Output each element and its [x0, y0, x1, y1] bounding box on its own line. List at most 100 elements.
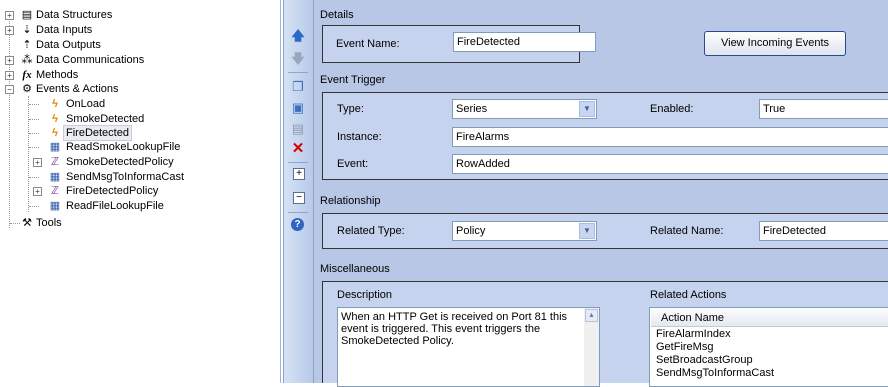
collapse-icon[interactable]: −	[293, 192, 305, 204]
tree-item-label: Data Inputs	[36, 24, 93, 36]
tree-item-data-structures[interactable]: + ▤ Data Structures	[0, 8, 270, 22]
tree-item-events-actions[interactable]: − ⚙ Events & Actions	[0, 82, 270, 96]
tree-connector	[29, 104, 39, 105]
tree-item-data-communications[interactable]: + ⁂ Data Communications	[0, 53, 270, 67]
tree-panel: + ▤ Data Structures + ⇣ Data Inputs ⇡ Da…	[0, 0, 281, 383]
scroll-up-icon[interactable]: ▲	[585, 309, 598, 322]
tree-item-firedetected[interactable]: ϟ FireDetected	[0, 125, 270, 141]
tree-item-label: ReadFileLookupFile	[66, 200, 164, 212]
section-header-details: Details	[320, 9, 354, 21]
details-panel: Event Name: FireDetected	[322, 25, 596, 63]
event-field[interactable]: RowAdded	[452, 154, 888, 174]
tree-item-firedetectedpolicy[interactable]: + ℤ FireDetectedPolicy	[0, 184, 270, 198]
event-name-label: Event Name:	[336, 38, 400, 50]
tree-item-label: SmokeDetected	[66, 113, 145, 125]
action-row[interactable]: FireAlarmIndex	[656, 328, 731, 341]
type-label: Type:	[337, 103, 364, 115]
type-dropdown[interactable]: Series ▼	[452, 99, 597, 119]
section-header-relationship: Relationship	[320, 195, 381, 207]
data-input-icon: ⇣	[22, 24, 32, 36]
events-icon: ⚙	[22, 83, 32, 95]
expand-icon[interactable]: +	[5, 26, 14, 35]
paste-icon[interactable]: ▣	[290, 100, 306, 116]
policy-icon: ℤ	[50, 156, 60, 168]
collapse-icon[interactable]: −	[5, 85, 14, 94]
tree-item-label: Methods	[36, 69, 79, 81]
expand-icon[interactable]: +	[5, 56, 14, 65]
tree-item-onload[interactable]: ϟ OnLoad	[0, 97, 270, 111]
type-value: Series	[456, 103, 488, 115]
related-name-field[interactable]: FireDetected	[759, 221, 888, 241]
event-label: Event:	[337, 158, 369, 170]
details-pane: Details Event Name: FireDetected View In…	[314, 0, 888, 387]
toolbar-separator	[288, 212, 308, 213]
tree-item-label: ReadSmokeLookupFile	[66, 141, 181, 153]
tree-item-label: OnLoad	[66, 98, 106, 110]
related-type-dropdown[interactable]: Policy ▼	[452, 221, 597, 241]
tree-item-label: Events & Actions	[36, 83, 119, 95]
description-textarea[interactable]: When an HTTP Get is received on Port 81 …	[337, 307, 600, 387]
function-icon: fx	[22, 69, 32, 81]
lightning-icon: ϟ	[52, 113, 58, 125]
related-name-label: Related Name:	[650, 225, 724, 237]
action-row[interactable]: SetBroadcastGroup	[656, 354, 753, 367]
properties-icon[interactable]: ▤	[290, 121, 306, 137]
action-icon: ▦	[49, 200, 61, 212]
expand-icon[interactable]: +	[293, 168, 305, 180]
tree-item-tools[interactable]: ⚒ Tools	[0, 216, 270, 230]
tree-connector	[29, 119, 39, 120]
action-icon: ▦	[49, 141, 61, 153]
vertical-toolbar: 🡅 🡇 ❐ ▣ ▤ ✕ + − ?	[283, 0, 314, 383]
related-type-label: Related Type:	[337, 225, 405, 237]
tree-connector	[10, 223, 20, 224]
action-name-column-header[interactable]: Action Name	[651, 309, 888, 327]
chevron-down-icon[interactable]: ▼	[579, 101, 595, 117]
expand-icon[interactable]: +	[5, 11, 14, 20]
enabled-label: Enabled:	[650, 103, 694, 115]
tree-item-smokedetected[interactable]: ϟ SmokeDetected	[0, 112, 270, 126]
policy-icon: ℤ	[50, 185, 60, 197]
tree-item-label: Data Communications	[36, 54, 145, 66]
tree-connector	[29, 133, 39, 134]
description-scrollbar[interactable]: ▲	[584, 308, 599, 386]
toolbar-separator	[288, 72, 308, 73]
expand-icon[interactable]: +	[5, 71, 14, 80]
tree-item-label: SendMsgToInformaCast	[66, 171, 184, 183]
move-down-icon[interactable]: 🡇	[290, 51, 306, 67]
section-header-miscellaneous: Miscellaneous	[320, 263, 390, 275]
event-name-field[interactable]: FireDetected	[453, 32, 596, 52]
view-incoming-events-button[interactable]: View Incoming Events	[704, 31, 846, 56]
tree-item-methods[interactable]: + fx Methods	[0, 68, 270, 82]
related-actions-grid[interactable]: Action Name FireAlarmIndex GetFireMsg Se…	[649, 307, 888, 387]
chevron-down-icon[interactable]: ▼	[579, 223, 595, 239]
tree-connector	[29, 147, 39, 148]
help-icon[interactable]: ?	[291, 218, 304, 231]
tree-item-smokedetectedpolicy[interactable]: + ℤ SmokeDetectedPolicy	[0, 155, 270, 169]
enabled-dropdown[interactable]: True	[759, 99, 888, 119]
related-type-value: Policy	[456, 225, 486, 237]
action-row[interactable]: SendMsgToInformaCast	[656, 367, 774, 380]
expand-icon[interactable]: +	[33, 187, 42, 196]
delete-icon[interactable]: ✕	[290, 141, 306, 157]
instance-field[interactable]: FireAlarms	[452, 127, 888, 147]
tree-item-data-outputs[interactable]: ⇡ Data Outputs	[0, 38, 270, 52]
tree-item-label: Data Structures	[36, 9, 113, 21]
tools-icon: ⚒	[22, 217, 32, 229]
lightning-icon: ϟ	[52, 98, 58, 110]
tree-item-readfilelookupfile[interactable]: ▦ ReadFileLookupFile	[0, 199, 270, 213]
tree-item-readsmokelookupfile[interactable]: ▦ ReadSmokeLookupFile	[0, 140, 270, 154]
tree-item-data-inputs[interactable]: + ⇣ Data Inputs	[0, 23, 270, 37]
action-row[interactable]: GetFireMsg	[656, 341, 713, 354]
tree-item-label: Tools	[36, 217, 62, 229]
description-label: Description	[337, 289, 393, 301]
instance-label: Instance:	[337, 131, 382, 143]
move-up-icon[interactable]: 🡅	[290, 28, 306, 44]
lightning-icon: ϟ	[52, 127, 58, 139]
related-actions-label: Related Actions	[650, 289, 727, 301]
expand-icon[interactable]: +	[33, 158, 42, 167]
copy-icon[interactable]: ❐	[290, 79, 306, 95]
tree-item-label: FireDetectedPolicy	[66, 185, 159, 197]
relationship-panel: Related Type: Policy ▼ Related Name: Fir…	[322, 213, 888, 249]
tree-item-label: Data Outputs	[36, 39, 101, 51]
tree-item-sendmsgtoinformacast[interactable]: ▦ SendMsgToInformaCast	[0, 170, 270, 184]
